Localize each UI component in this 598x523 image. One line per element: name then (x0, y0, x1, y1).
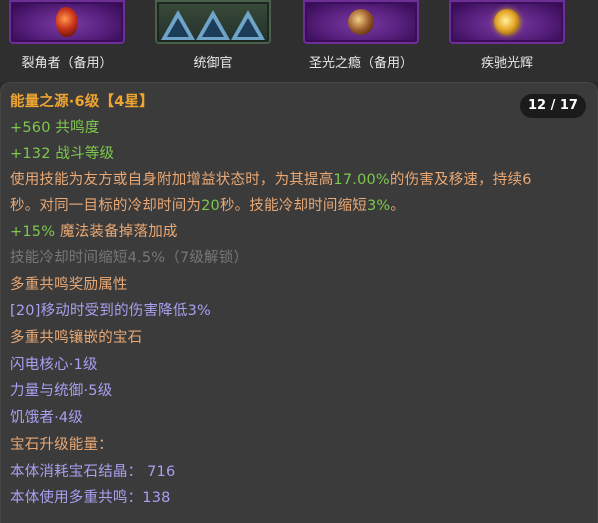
slot-2[interactable]: 统御官 (146, 0, 272, 82)
page-indicator[interactable]: 12 / 17 (520, 94, 586, 118)
socketed-gem-2: 力量与统御·5级 (10, 383, 113, 399)
slot-1-label: 裂角者（备用） (21, 56, 113, 71)
slot-2-frame[interactable] (155, 0, 271, 44)
slot-2-label: 统御官 (193, 56, 233, 71)
slot-3[interactable]: 圣光之瘾（备用） (294, 0, 420, 82)
bronze-gem-icon (348, 9, 374, 35)
slot-3-frame[interactable] (303, 0, 419, 44)
desc-text: 秒。对同一目标的冷却时间为 (10, 198, 202, 214)
stat-resonance: +560 共鸣度 (10, 120, 100, 136)
gem-tooltip-panel: 能量之源·6级【4星】 12 / 17 +560 共鸣度 +132 战斗等级 使… (0, 82, 598, 523)
gem-description-line-1: 使用技能为友方或自身附加增益状态时，为其提高17.00%的伤害及移速，持续6 (10, 168, 532, 189)
socketed-gem-1: 闪电核心·1级 (10, 357, 98, 373)
gold-gem-icon (494, 9, 520, 35)
gem-title: 能量之源·6级【4星】 (10, 94, 154, 110)
locked-bonus: 技能冷却时间缩短4.5%（7级解锁） (10, 250, 249, 266)
gem-description-line-2: 秒。对同一目标的冷却时间为20秒。技能冷却时间缩短3%。 (10, 194, 405, 215)
slot-3-label: 圣光之瘾（备用） (308, 56, 413, 71)
upgrade-resonance-use: 本体使用多重共鸣：138 (10, 490, 171, 506)
socketed-gem-3: 饥饿者·4级 (10, 410, 84, 426)
triangle-icon (231, 10, 265, 40)
desc-value: 3% (366, 198, 391, 214)
triangle-icon (161, 10, 195, 40)
blue-triangles-icon (161, 6, 265, 40)
slot-1-frame[interactable] (9, 0, 125, 44)
bonus-text: 魔法装备掉落加成 (55, 224, 178, 240)
stat-combat-level: +132 战斗等级 (10, 146, 115, 162)
desc-text: 的伤害及移速，持续6 (389, 172, 532, 188)
slot-4-label: 疾驰光辉 (480, 56, 533, 71)
multi-resonance-header: 多重共鸣奖励属性 (10, 277, 128, 293)
upgrade-energy-header: 宝石升级能量： (10, 437, 113, 453)
socketed-gems-header: 多重共鸣镶嵌的宝石 (10, 330, 143, 346)
bonus-value: +15% (10, 224, 56, 240)
resonance-slot-row: 裂角者（备用） 统御官 圣光之瘾（备用） 疾驰光辉 (0, 0, 598, 82)
magic-drop-bonus: +15% 魔法装备掉落加成 (10, 220, 178, 241)
desc-text: 使用技能为友方或自身附加增益状态时，为其提高 (10, 172, 334, 188)
multi-resonance-bonus: [20]移动时受到的伤害降低3% (10, 303, 211, 319)
slot-4-frame[interactable] (449, 0, 565, 44)
desc-text: 。 (390, 198, 406, 214)
triangle-icon (196, 10, 230, 40)
slot-1[interactable]: 裂角者（备用） (0, 0, 126, 82)
red-horn-gem-icon (56, 7, 78, 37)
upgrade-crystal-cost: 本体消耗宝石结晶： 716 (10, 464, 176, 480)
desc-value: 17.00% (333, 172, 390, 188)
slot-4[interactable]: 疾驰光辉 (440, 0, 566, 82)
desc-value: 20 (201, 198, 220, 214)
desc-text: 秒。技能冷却时间缩短 (219, 198, 367, 214)
